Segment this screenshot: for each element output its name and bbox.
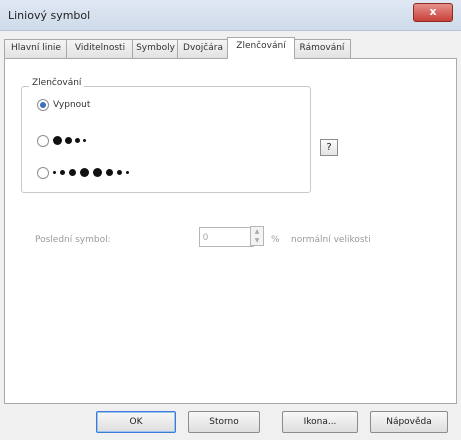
tab-strip: Hlavní linie Viditelnosti Symboly Dvojčá…: [4, 37, 456, 59]
ok-button[interactable]: OK: [96, 411, 176, 433]
dialog-window: Liniový symbol x Hlavní linie Viditelnos…: [0, 0, 461, 440]
dot-icon: [83, 139, 86, 142]
radio-vypnout-label: Vypnout: [53, 100, 91, 110]
last-symbol-input[interactable]: [199, 227, 254, 247]
tab-ramovani[interactable]: Rámování: [293, 39, 351, 58]
tab-viditelnosti[interactable]: Viditelnosti: [66, 39, 134, 58]
cancel-button[interactable]: Storno: [188, 411, 260, 433]
question-icon: ?: [326, 142, 332, 153]
tab-dvojcara[interactable]: Dvojčára: [177, 39, 229, 58]
dot-icon: [53, 136, 62, 145]
tab-zlencovani[interactable]: Zlenčování: [227, 37, 295, 59]
last-symbol-spinner[interactable]: ▲ ▼: [250, 226, 264, 246]
dot-icon: [75, 138, 80, 143]
tab-symboly[interactable]: Symboly: [132, 39, 179, 58]
dot-icon: [53, 171, 56, 174]
last-symbol-label: Poslední symbol:: [35, 235, 111, 245]
percent-unit: %: [271, 235, 280, 245]
dot-icon: [80, 168, 89, 177]
dot-icon: [93, 168, 102, 177]
help-button-bottom[interactable]: Nápověda: [370, 411, 448, 433]
dot-pattern-1: [53, 134, 113, 148]
radio-vypnout[interactable]: [37, 99, 49, 111]
dot-icon: [117, 170, 122, 175]
title-bar: Liniový symbol x: [0, 0, 461, 31]
tab-page: Zlenčování ? Vypnout Poslední symbol: 0 …: [4, 58, 457, 404]
group-label: Zlenčování: [29, 78, 85, 88]
spin-up-icon[interactable]: ▲: [251, 227, 263, 236]
normal-size-text: normální velikosti: [291, 235, 371, 245]
help-button[interactable]: ?: [320, 139, 338, 156]
dot-icon: [60, 170, 65, 175]
close-button[interactable]: x: [413, 3, 453, 22]
dot-pattern-2: [53, 166, 193, 180]
tab-hlavni-linie[interactable]: Hlavní linie: [4, 39, 68, 58]
spin-down-icon[interactable]: ▼: [251, 236, 263, 245]
dot-icon: [69, 169, 76, 176]
window-title: Liniový symbol: [8, 9, 91, 22]
dot-icon: [65, 137, 72, 144]
radio-pattern-1[interactable]: [37, 135, 49, 147]
close-icon: x: [429, 5, 437, 18]
radio-pattern-2[interactable]: [37, 167, 49, 179]
dot-icon: [106, 169, 113, 176]
dot-icon: [126, 171, 129, 174]
icon-button[interactable]: Ikona...: [282, 411, 358, 433]
